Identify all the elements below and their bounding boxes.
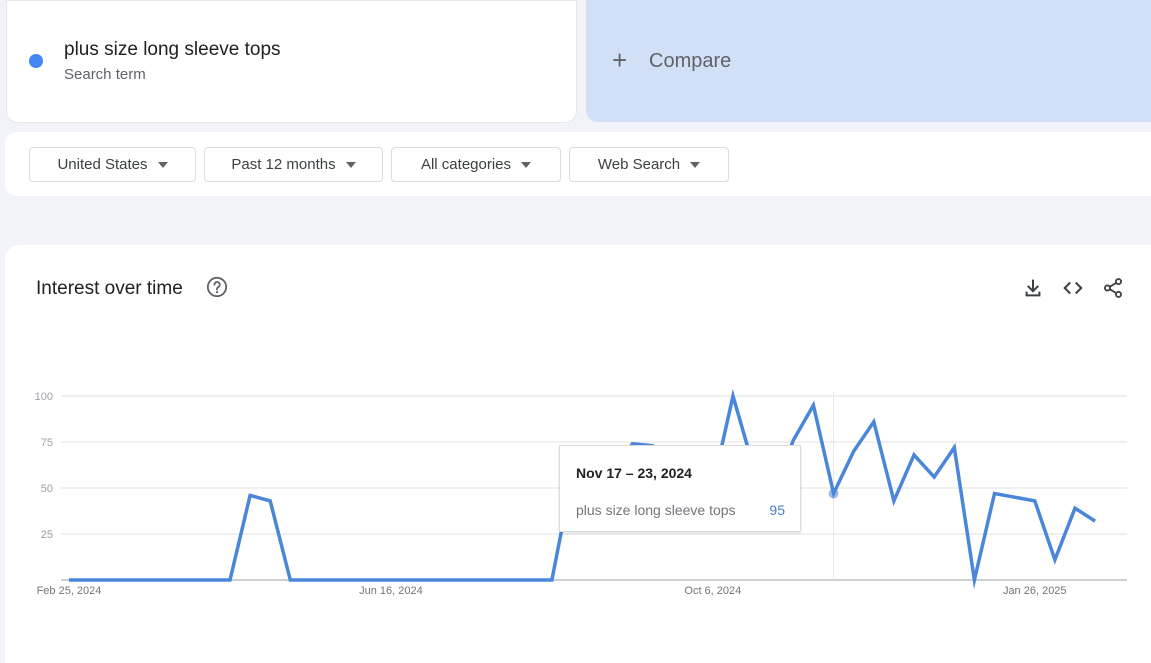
highlight-point xyxy=(828,488,839,499)
data-point-48 xyxy=(1034,500,1036,502)
data-point-12 xyxy=(309,579,311,581)
search-type-filter[interactable]: Web Search xyxy=(569,147,729,182)
search-term-name: plus size long sleeve tops xyxy=(64,39,281,60)
data-point-36 xyxy=(792,439,794,441)
data-point-21 xyxy=(491,579,493,581)
tooltip-date: Nov 17 – 23, 2024 xyxy=(576,465,692,481)
data-point-7 xyxy=(209,579,211,581)
region-filter-label: United States xyxy=(57,156,148,173)
data-point-45 xyxy=(973,579,975,581)
data-point-37 xyxy=(812,404,814,406)
data-point-33 xyxy=(732,395,734,397)
y-tick-label-100: 100 xyxy=(35,391,53,403)
plus-icon: + xyxy=(612,45,628,75)
data-point-41 xyxy=(893,500,895,502)
data-point-42 xyxy=(913,454,915,456)
data-point-23 xyxy=(531,579,533,581)
dropdown-arrow-icon xyxy=(157,161,168,168)
dropdown-arrow-icon xyxy=(521,161,532,168)
search-term-card[interactable]: plus size long sleeve tops Search term xyxy=(6,0,577,123)
chart-tooltip: Nov 17 – 23, 2024 plus size long sleeve … xyxy=(559,445,801,532)
tooltip-term: plus size long sleeve tops xyxy=(576,502,736,518)
data-point-18 xyxy=(430,579,432,581)
search-type-filter-label: Web Search xyxy=(597,156,681,173)
interest-over-time-card: Interest over time 25 50 75 100 Feb 25, 2024… xyxy=(5,245,1151,663)
tooltip-value: 95 xyxy=(769,502,785,518)
data-point-11 xyxy=(289,579,291,581)
data-point-8 xyxy=(229,579,231,581)
data-point-46 xyxy=(994,493,996,495)
region-filter[interactable]: United States xyxy=(29,147,196,182)
dropdown-arrow-icon xyxy=(345,161,356,168)
data-point-10 xyxy=(269,500,271,502)
data-point-0 xyxy=(68,579,70,581)
y-tick-label-25: 25 xyxy=(41,529,53,541)
data-point-39 xyxy=(853,450,855,452)
data-point-22 xyxy=(511,579,513,581)
data-point-44 xyxy=(953,447,955,449)
data-point-4 xyxy=(148,579,150,581)
x-tick-label-1: Jun 16, 2024 xyxy=(359,585,423,597)
data-point-15 xyxy=(370,579,372,581)
y-tick-label-50: 50 xyxy=(41,483,53,495)
y-tick-label-75: 75 xyxy=(41,437,53,449)
x-tick-label-0: Feb 25, 2024 xyxy=(37,585,102,597)
time-range-filter[interactable]: Past 12 months xyxy=(204,147,383,182)
data-point-50 xyxy=(1074,507,1076,509)
data-point-19 xyxy=(450,579,452,581)
dropdown-arrow-icon xyxy=(690,161,701,168)
data-point-24 xyxy=(551,579,553,581)
data-point-13 xyxy=(330,579,332,581)
compare-button[interactable]: + Compare xyxy=(586,0,1151,122)
category-filter[interactable]: All categories xyxy=(391,147,561,182)
data-point-5 xyxy=(169,579,171,581)
data-point-40 xyxy=(873,421,875,423)
data-point-2 xyxy=(108,579,110,581)
search-term-subtitle: Search term xyxy=(64,66,146,83)
time-range-filter-label: Past 12 months xyxy=(231,156,336,173)
data-point-43 xyxy=(933,476,935,478)
data-point-49 xyxy=(1054,559,1056,561)
data-point-51 xyxy=(1094,520,1096,522)
category-filter-label: All categories xyxy=(420,156,512,173)
filter-bar: United States Past 12 months All categor… xyxy=(5,132,1151,196)
data-point-9 xyxy=(249,494,251,496)
data-point-20 xyxy=(470,579,472,581)
data-point-14 xyxy=(350,579,352,581)
x-tick-label-2: Oct 6, 2024 xyxy=(684,585,741,597)
x-tick-label-3: Jan 26, 2025 xyxy=(1003,585,1067,597)
data-point-16 xyxy=(390,579,392,581)
data-point-1 xyxy=(88,579,90,581)
data-point-3 xyxy=(128,579,130,581)
compare-label: Compare xyxy=(649,50,732,72)
series-color-dot xyxy=(29,54,43,68)
data-point-6 xyxy=(189,579,191,581)
data-point-17 xyxy=(410,579,412,581)
data-point-47 xyxy=(1014,496,1016,498)
